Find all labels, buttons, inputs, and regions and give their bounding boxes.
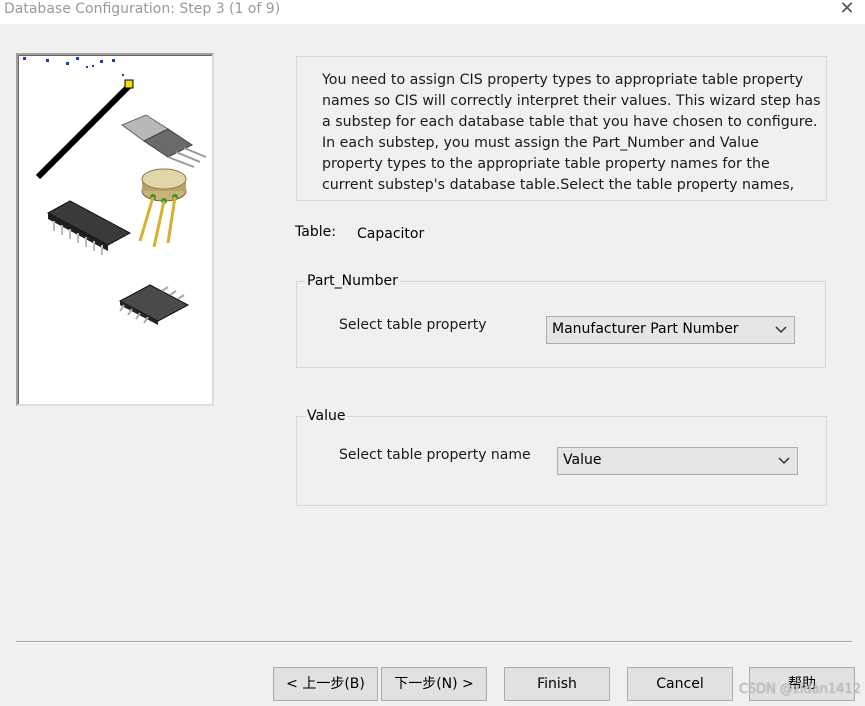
separator-line [16,641,852,643]
chevron-down-icon [778,457,790,465]
table-value: Capacitor [357,226,425,242]
part-number-combobox[interactable]: Manufacturer Part Number [546,316,795,344]
title-bar: Database Configuration: Step 3 (1 of 9) … [0,0,865,24]
window-title: Database Configuration: Step 3 (1 of 9) [4,1,281,17]
description-text: You need to assign CIS property types to… [322,72,821,193]
part-number-select-label: Select table property [339,317,487,333]
next-button[interactable]: 下一步(N) > [381,667,487,701]
chevron-down-icon [775,326,787,334]
value-combobox[interactable]: Value [557,447,798,475]
part-number-legend: Part_Number [305,273,400,289]
electronic-components-image [23,57,207,325]
watermark-text: CSDN @zidan1412 [738,682,861,697]
cancel-button[interactable]: Cancel [627,667,733,701]
value-group: Value Select table property name Value [296,408,827,506]
finish-button[interactable]: Finish [504,667,610,701]
wizard-illustration [16,53,214,406]
description-box: You need to assign CIS property types to… [296,56,827,201]
value-selected-value: Value [563,452,602,468]
value-select-label: Select table property name [339,447,531,463]
close-icon[interactable]: ✕ [837,0,857,20]
part-number-selected-value: Manufacturer Part Number [552,321,739,337]
back-button[interactable]: < 上一步(B) [273,667,378,701]
part-number-group: Part_Number Select table property Manufa… [296,273,826,368]
value-legend: Value [305,408,348,424]
table-label: Table: [295,224,336,240]
